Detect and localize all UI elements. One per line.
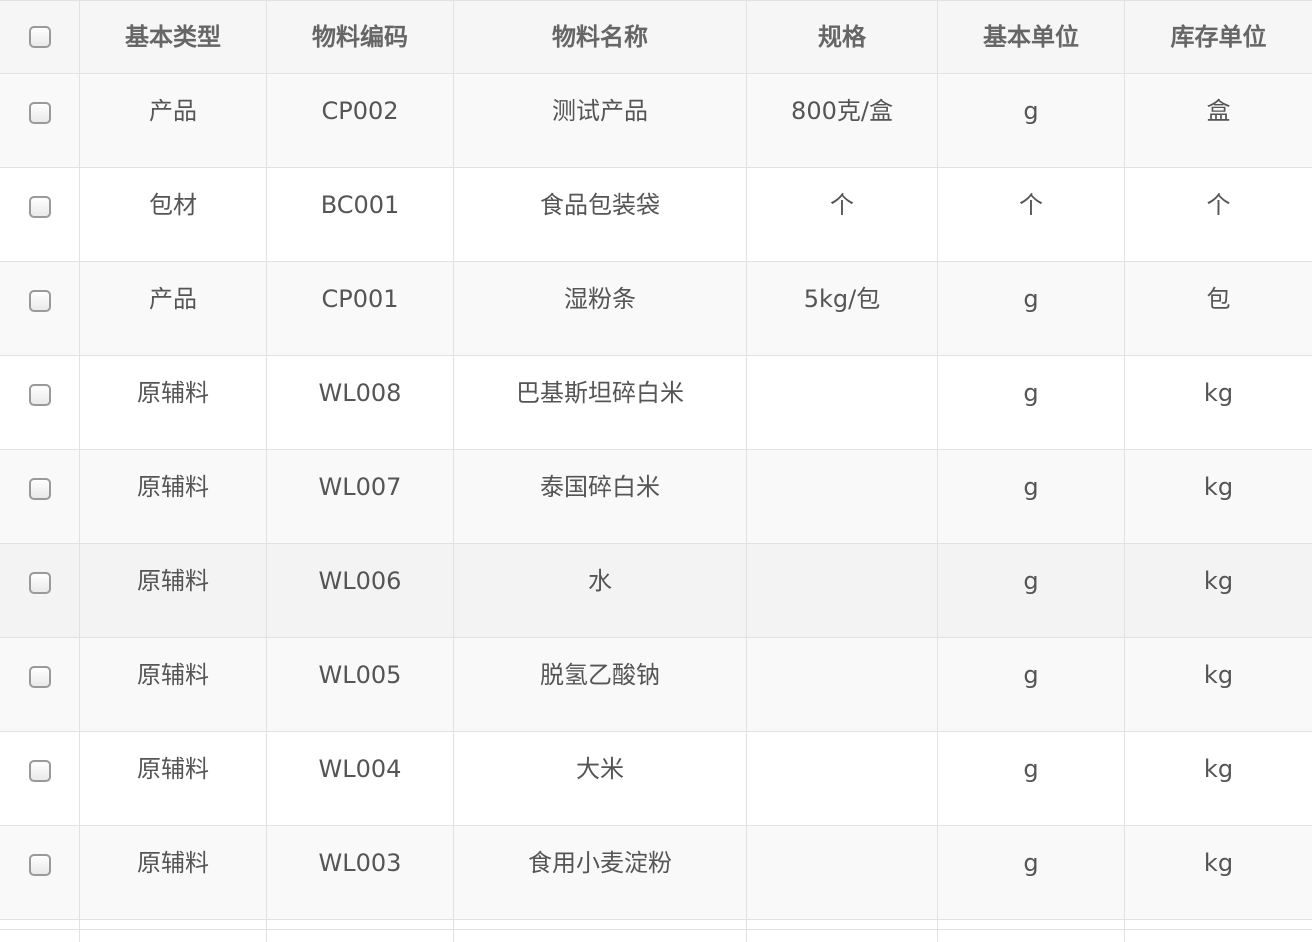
- base-unit-cell: g: [938, 732, 1125, 825]
- row-checkbox[interactable]: [28, 572, 51, 594]
- header-spec[interactable]: 规格: [747, 1, 938, 73]
- partial-cell: [454, 920, 747, 942]
- row-checkbox-cell: [0, 826, 80, 919]
- material-code-cell: WL008: [267, 356, 454, 449]
- basic-type-cell: 原辅料: [80, 450, 267, 543]
- stock-unit-cell: kg: [1203, 661, 1234, 689]
- spec-cell: [747, 826, 938, 919]
- row-checkbox[interactable]: [28, 384, 51, 406]
- material-table: 基本类型 物料编码 物料名称 规格 基本单位 库存单位 产品 CP002 测试产…: [0, 0, 1312, 942]
- row-checkbox[interactable]: [28, 102, 51, 124]
- material-name-cell: 测试产品: [454, 74, 747, 167]
- basic-type-cell: 包材: [80, 168, 267, 261]
- row-checkbox[interactable]: [28, 854, 51, 876]
- stock-unit-cell: 个: [1206, 191, 1231, 219]
- spec-cell: 个: [747, 168, 938, 261]
- spec-cell: 5kg/包: [747, 262, 938, 355]
- spec-cell: [747, 450, 938, 543]
- spec-cell: 800克/盒: [747, 74, 938, 167]
- row-checkbox[interactable]: [28, 196, 51, 218]
- material-name-cell: 湿粉条: [454, 262, 747, 355]
- row-checkbox-cell: [0, 732, 80, 825]
- partial-cell: [938, 920, 1125, 942]
- base-unit-cell: g: [938, 544, 1125, 637]
- table-row[interactable]: 产品 CP002 测试产品 800克/盒 g 盒: [0, 74, 1312, 168]
- base-unit-cell: g: [938, 638, 1125, 731]
- table-row[interactable]: 原辅料 WL007 泰国碎白米 g kg: [0, 450, 1312, 544]
- basic-type-cell: 原辅料: [80, 544, 267, 637]
- basic-type-cell: 原辅料: [80, 826, 267, 919]
- partial-cell: [0, 920, 80, 942]
- material-code-cell: CP002: [267, 74, 454, 167]
- basic-type-cell: 产品: [80, 262, 267, 355]
- header-basic-type[interactable]: 基本类型: [80, 1, 267, 73]
- table-row[interactable]: 原辅料 WL006 水 g kg: [0, 544, 1312, 638]
- stock-unit-cell: 包: [1206, 285, 1231, 313]
- base-unit-cell: 个: [938, 168, 1125, 261]
- material-code-cell: WL007: [267, 450, 454, 543]
- table-row[interactable]: 原辅料 WL003 食用小麦淀粉 g kg: [0, 826, 1312, 920]
- row-checkbox-cell: [0, 168, 80, 261]
- row-checkbox-cell: [0, 262, 80, 355]
- stock-unit-cell: kg: [1203, 567, 1234, 595]
- material-name-cell: 脱氢乙酸钠: [454, 638, 747, 731]
- stock-unit-cell: kg: [1203, 379, 1234, 407]
- row-checkbox[interactable]: [28, 666, 51, 688]
- table-row[interactable]: 原辅料 WL005 脱氢乙酸钠 g kg: [0, 638, 1312, 732]
- spec-cell: [747, 356, 938, 449]
- row-checkbox[interactable]: [28, 760, 51, 782]
- material-name-cell: 巴基斯坦碎白米: [454, 356, 747, 449]
- partial-cell: [267, 920, 454, 942]
- material-code-cell: WL004: [267, 732, 454, 825]
- partial-cell: [80, 920, 267, 942]
- row-checkbox-cell: [0, 450, 80, 543]
- base-unit-cell: g: [938, 356, 1125, 449]
- table-row-partial: [0, 920, 1312, 942]
- basic-type-cell: 原辅料: [80, 356, 267, 449]
- header-material-name[interactable]: 物料名称: [454, 1, 747, 73]
- material-code-cell: WL005: [267, 638, 454, 731]
- table-row[interactable]: 包材 BC001 食品包装袋 个 个 个: [0, 168, 1312, 262]
- row-checkbox-cell: [0, 544, 80, 637]
- table-row[interactable]: 产品 CP001 湿粉条 5kg/包 g 包: [0, 262, 1312, 356]
- partial-cell: [1125, 920, 1312, 942]
- stock-unit-cell: kg: [1203, 849, 1234, 877]
- material-name-cell: 大米: [454, 732, 747, 825]
- material-code-cell: WL006: [267, 544, 454, 637]
- stock-unit-cell: kg: [1203, 755, 1234, 783]
- header-checkbox-cell: [0, 1, 80, 73]
- base-unit-cell: g: [938, 826, 1125, 919]
- spec-cell: [747, 638, 938, 731]
- row-checkbox[interactable]: [28, 290, 51, 312]
- partial-cell: [747, 920, 938, 942]
- stock-unit-cell: kg: [1203, 473, 1234, 501]
- row-checkbox[interactable]: [28, 478, 51, 500]
- spec-cell: [747, 732, 938, 825]
- header-material-code[interactable]: 物料编码: [267, 1, 454, 73]
- row-checkbox-cell: [0, 74, 80, 167]
- spec-cell: [747, 544, 938, 637]
- base-unit-cell: g: [938, 74, 1125, 167]
- material-name-cell: 泰国碎白米: [454, 450, 747, 543]
- select-all-checkbox[interactable]: [28, 26, 51, 48]
- base-unit-cell: g: [938, 450, 1125, 543]
- material-code-cell: CP001: [267, 262, 454, 355]
- basic-type-cell: 产品: [80, 74, 267, 167]
- header-stock-unit[interactable]: 库存单位: [1125, 1, 1312, 73]
- row-checkbox-cell: [0, 356, 80, 449]
- material-code-cell: BC001: [267, 168, 454, 261]
- material-name-cell: 食用小麦淀粉: [454, 826, 747, 919]
- base-unit-cell: g: [938, 262, 1125, 355]
- material-name-cell: 水: [454, 544, 747, 637]
- material-name-cell: 食品包装袋: [454, 168, 747, 261]
- material-code-cell: WL003: [267, 826, 454, 919]
- header-base-unit[interactable]: 基本单位: [938, 1, 1125, 73]
- basic-type-cell: 原辅料: [80, 638, 267, 731]
- table-row[interactable]: 原辅料 WL004 大米 g kg: [0, 732, 1312, 826]
- table-header: 基本类型 物料编码 物料名称 规格 基本单位 库存单位: [0, 0, 1312, 74]
- stock-unit-cell: 盒: [1206, 97, 1231, 125]
- row-checkbox-cell: [0, 638, 80, 731]
- table-row[interactable]: 原辅料 WL008 巴基斯坦碎白米 g kg: [0, 356, 1312, 450]
- basic-type-cell: 原辅料: [80, 732, 267, 825]
